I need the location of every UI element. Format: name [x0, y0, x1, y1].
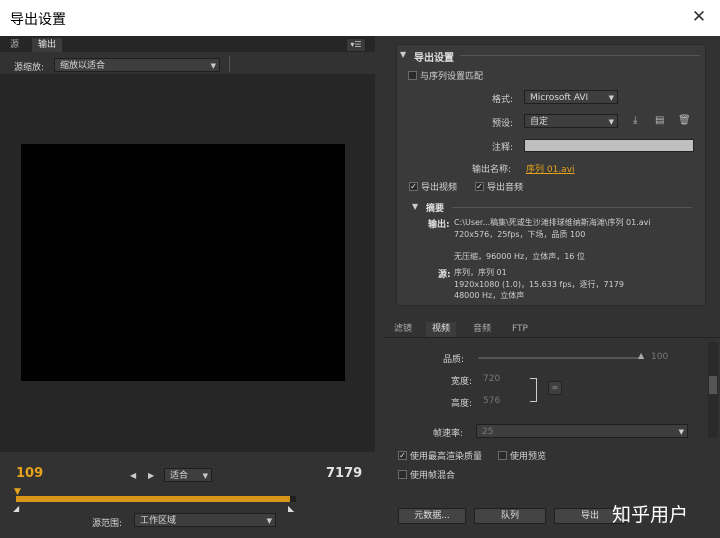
tab-source[interactable]: 源	[4, 38, 25, 52]
width-value[interactable]: 720	[483, 374, 500, 384]
tab-output[interactable]: 输出	[32, 38, 63, 52]
match-sequence-checkbox[interactable]	[408, 71, 417, 80]
tab-filters[interactable]: 滤镜	[388, 322, 418, 337]
max-render-label: 使用最高渲染质量	[410, 452, 483, 462]
divider	[452, 207, 692, 208]
match-sequence-label: 与序列设置匹配	[420, 72, 484, 82]
video-preview	[21, 144, 345, 381]
summary-output-label: 输出:	[428, 220, 450, 230]
timecode-in[interactable]: 109	[16, 466, 43, 481]
out-point-icon[interactable]: ◣	[288, 504, 294, 513]
export-video-checkbox[interactable]: ✓	[409, 182, 418, 191]
divider	[229, 56, 230, 72]
chevron-down-icon: ▼	[608, 118, 614, 126]
preset-value: 自定	[530, 117, 549, 127]
timecode-out[interactable]: 7179	[326, 466, 362, 481]
preset-dropdown[interactable]: 自定 ▼	[524, 114, 618, 128]
metadata-button[interactable]: 元数据...	[398, 508, 466, 524]
summary-output-line: C:\User...稿集\死或生沙滩排球维纳斯海滩\序列 01.avi	[454, 218, 651, 227]
panel-menu-icon[interactable]: ▾☰	[346, 38, 366, 52]
preset-label: 预设:	[492, 119, 514, 129]
summary-source-line: 48000 Hz，立体声	[454, 291, 525, 300]
summary-source-line: 序列，序列 01	[454, 268, 507, 277]
fit-dropdown[interactable]: 适合 ▼	[164, 468, 212, 482]
playhead-icon[interactable]: ▼	[14, 487, 21, 497]
fit-value: 适合	[170, 471, 189, 481]
source-scaling-value: 缩放以适合	[60, 61, 106, 71]
output-name-link[interactable]: 序列 01.avi	[526, 162, 575, 175]
window-title: 导出设置	[10, 12, 66, 28]
use-preview-label: 使用预览	[510, 452, 547, 462]
chevron-down-icon: ▼	[608, 94, 614, 102]
source-range-value: 工作区域	[140, 516, 177, 526]
format-label: 格式:	[492, 95, 514, 105]
tab-video[interactable]: 视频	[426, 322, 457, 337]
frame-blend-label: 使用帧混合	[410, 471, 456, 481]
tab-audio[interactable]: 音频	[467, 322, 497, 337]
summary-output-line: 720x576，25fps，下场，品质 100	[454, 230, 586, 239]
chevron-down-icon: ▼	[266, 517, 272, 525]
scrollbar-thumb[interactable]	[709, 376, 717, 394]
height-label: 高度:	[451, 399, 473, 409]
summary-source-label: 源:	[438, 270, 451, 280]
source-range-label: 源范围:	[92, 519, 123, 529]
width-label: 宽度:	[451, 377, 473, 387]
export-video-label: 导出视频	[421, 183, 458, 193]
frame-rate-dropdown[interactable]: 25 ▼	[476, 424, 688, 438]
source-range-dropdown[interactable]: 工作区域 ▼	[134, 513, 276, 527]
chevron-down-icon: ▼	[678, 428, 684, 436]
height-value[interactable]: 576	[483, 396, 500, 406]
link-bracket	[530, 378, 537, 402]
tab-ftp[interactable]: FTP	[506, 322, 534, 337]
title-bar: 导出设置 ✕	[0, 0, 720, 36]
quality-slider-thumb[interactable]: ▲	[638, 351, 644, 360]
quality-value[interactable]: 100	[651, 352, 668, 362]
max-render-checkbox[interactable]: ✓	[398, 451, 407, 460]
import-preset-icon[interactable]: ▤	[655, 115, 664, 126]
delete-preset-icon[interactable]: 🗑	[678, 115, 691, 126]
frame-rate-value: 25	[482, 427, 494, 437]
chain-link-icon[interactable]: ∞	[548, 381, 562, 395]
step-back-icon[interactable]: ◀	[130, 471, 136, 480]
in-point-icon[interactable]: ◢	[13, 504, 19, 513]
use-preview-checkbox[interactable]	[498, 451, 507, 460]
export-audio-checkbox[interactable]: ✓	[475, 182, 484, 191]
summary-collapse-icon[interactable]: ▼	[412, 202, 418, 211]
summary-output-line: 无压缩，96000 Hz，立体声，16 位	[454, 252, 585, 261]
summary-title: 摘要	[426, 204, 445, 214]
collapse-icon[interactable]: ▼	[400, 50, 406, 59]
format-value: Microsoft AVI	[530, 93, 589, 103]
comment-label: 注释:	[492, 143, 514, 153]
work-area-bar	[16, 496, 290, 502]
save-preset-icon[interactable]: ⤓	[633, 115, 637, 126]
source-scaling-label: 源缩放:	[14, 63, 45, 73]
output-name-label: 输出名称:	[472, 165, 512, 175]
quality-label: 品质:	[443, 355, 465, 365]
chevron-down-icon: ▼	[210, 62, 216, 70]
comment-field[interactable]	[524, 139, 694, 152]
tabs-baseline	[383, 337, 720, 338]
frame-blend-checkbox[interactable]	[398, 470, 407, 479]
chevron-down-icon: ▼	[202, 472, 208, 480]
divider	[460, 55, 700, 56]
export-audio-label: 导出音频	[487, 183, 524, 193]
summary-source-line: 1920x1080 (1.0)，15.633 fps，逐行，7179	[454, 280, 624, 289]
source-scaling-dropdown[interactable]: 缩放以适合 ▼	[54, 58, 220, 72]
step-forward-icon[interactable]: ▶	[148, 471, 154, 480]
export-settings-title: 导出设置	[414, 53, 454, 64]
queue-button[interactable]: 队列	[474, 508, 546, 524]
watermark-text: 知乎用户	[612, 504, 689, 526]
format-dropdown[interactable]: Microsoft AVI ▼	[524, 90, 618, 104]
quality-slider-track[interactable]	[478, 357, 644, 359]
frame-rate-label: 帧速率:	[433, 429, 464, 439]
close-icon[interactable]: ✕	[688, 6, 710, 28]
